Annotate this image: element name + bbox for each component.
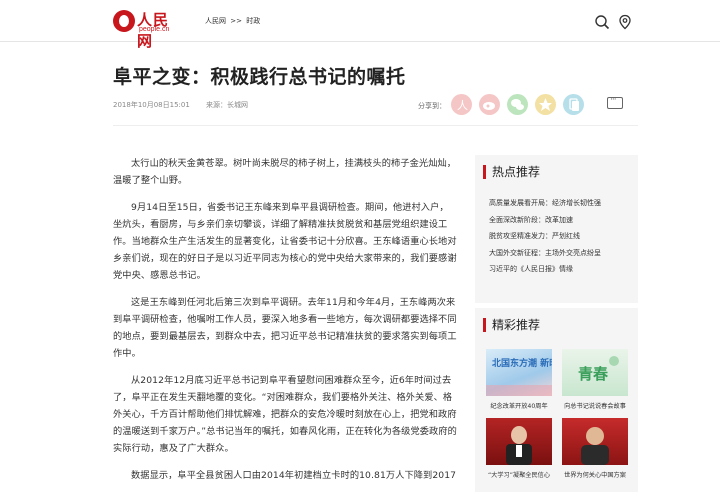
- featured-thumb-youth[interactable]: 青春: [562, 349, 628, 396]
- header-divider: [113, 125, 638, 126]
- thumb-overlay-text: 北国东方潮 新时代: [492, 357, 552, 369]
- featured-thumb-world[interactable]: [562, 418, 628, 465]
- share-label: 分享到：: [418, 102, 446, 110]
- site-header: 人民网 people.cn 人民网 >> 时政: [0, 0, 720, 50]
- article-source[interactable]: 来源：长城网: [206, 101, 248, 109]
- article-paragraph: 这是王东峰到任河北后第三次到阜平调研。去年11月和今年4月，王东峰两次来到阜平调…: [113, 297, 457, 359]
- breadcrumb-separator: >>: [230, 17, 242, 25]
- logo-mark-icon: [113, 10, 135, 32]
- featured-thumb-reform[interactable]: 北国东方潮 新时代: [486, 349, 552, 396]
- search-icon[interactable]: [594, 14, 610, 30]
- people-logo[interactable]: 人民网 people.cn: [113, 9, 181, 50]
- logo-text-en: people.cn: [139, 26, 170, 33]
- share-qzone-icon[interactable]: [535, 94, 556, 115]
- publish-date: 2018年10月08日15:01: [113, 101, 190, 109]
- featured-thumb-study[interactable]: [486, 418, 552, 465]
- featured-caption[interactable]: 纪念改革开放40周年: [484, 401, 554, 410]
- hot-list-item[interactable]: 脱贫攻坚精准发力：严划红线: [489, 228, 601, 245]
- breadcrumb-politics[interactable]: 时政: [246, 17, 260, 25]
- hot-recommend-panel: 热点推荐 高质量发展看开局：经济增长韧性强 全面深改新阶段：改革加速 脱贫攻坚精…: [475, 155, 638, 303]
- article-paragraph: 数据显示，阜平全县贫困人口由2014年初建档立卡时的10.81万人下降到2017: [131, 470, 457, 481]
- location-icon[interactable]: [617, 14, 633, 30]
- article-title: 阜平之变：积极践行总书记的嘱托: [113, 66, 406, 88]
- article-paragraph: 太行山的秋天金黄苍翠。树叶尚未脱尽的柿子树上，挂满枝头的柿子金光灿灿，温暖了整个…: [113, 158, 457, 186]
- svg-text:人: 人: [457, 99, 468, 112]
- share-copy-icon[interactable]: [563, 94, 584, 115]
- share-people-icon[interactable]: 人: [451, 94, 472, 115]
- comment-icon[interactable]: [607, 95, 623, 109]
- breadcrumb-home[interactable]: 人民网: [205, 17, 226, 25]
- hot-recommend-title: 热点推荐: [483, 165, 540, 179]
- featured-caption[interactable]: “大学习”凝聚全民信心: [484, 470, 554, 479]
- hot-list-item[interactable]: 高质量发展看开局：经济增长韧性强: [489, 195, 601, 212]
- hot-list-item[interactable]: 习近平的《人民日报》情缘: [489, 261, 601, 278]
- hot-list-item[interactable]: 大国外交新征程：主场外交亮点纷呈: [489, 245, 601, 262]
- hot-list-item[interactable]: 全面深改新阶段：改革加速: [489, 212, 601, 229]
- article-meta: 2018年10月08日15:01 来源：长城网: [113, 100, 262, 110]
- featured-panel: 精彩推荐 北国东方潮 新时代 纪念改革开放40周年 青春 向总书记说说春会故事 …: [475, 308, 638, 492]
- featured-caption[interactable]: 向总书记说说春会故事: [560, 401, 630, 410]
- share-weibo-icon[interactable]: [479, 94, 500, 115]
- featured-title: 精彩推荐: [483, 318, 540, 332]
- share-wechat-icon[interactable]: [507, 94, 528, 115]
- thumb-overlay-text: 青春: [578, 365, 608, 383]
- featured-caption[interactable]: 世界为何关心中国方案: [560, 470, 630, 479]
- article-paragraph: 9月14日至15日，省委书记王东峰来到阜平县调研检查。期间，他进村入户，坐炕头，…: [113, 202, 457, 281]
- article-body: 太行山的秋天金黄苍翠。树叶尚未脱尽的柿子树上，挂满枝头的柿子金光灿灿，温暖了整个…: [113, 155, 457, 492]
- hot-list: 高质量发展看开局：经济增长韧性强 全面深改新阶段：改革加速 脱贫攻坚精准发力：严…: [489, 195, 601, 278]
- breadcrumb: 人民网 >> 时政: [205, 16, 262, 26]
- article-paragraph: 从2012年12月底习近平总书记到阜平看望慰问困难群众至今，近6年时间过去了，阜…: [113, 375, 457, 454]
